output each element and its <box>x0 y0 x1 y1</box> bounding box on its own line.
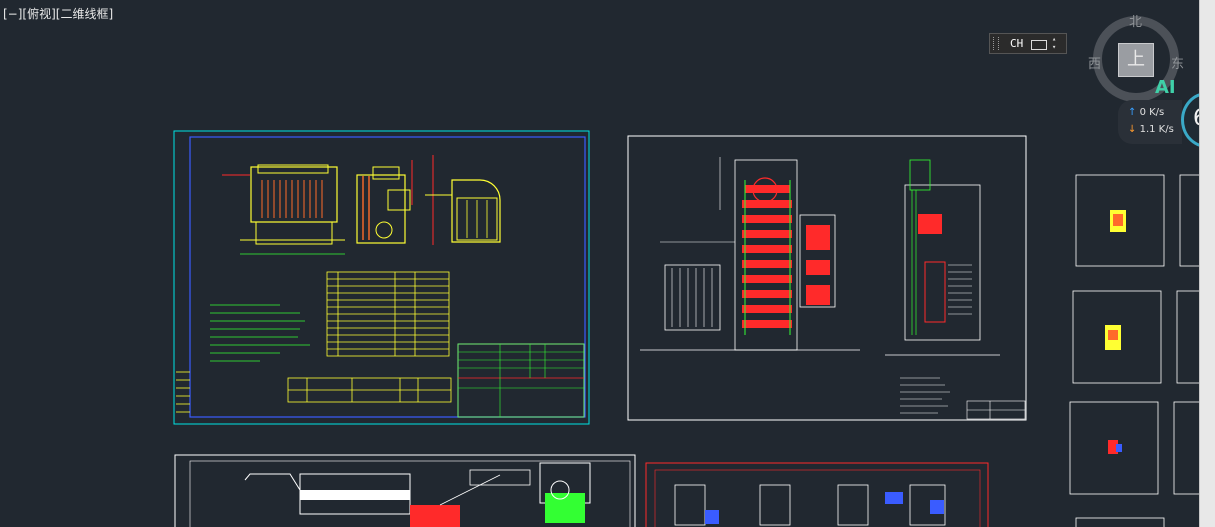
drawing-sheet-4[interactable] <box>645 462 989 527</box>
view-direction-button[interactable]: [俯视] <box>22 7 55 21</box>
compass-west-label[interactable]: 西 <box>1088 53 1101 72</box>
drawing-canvas[interactable] <box>0 0 1199 527</box>
technical-notes <box>210 304 310 362</box>
ime-toolbar[interactable]: CH ▴ ▾ <box>989 33 1067 54</box>
upload-speed: 0 K/s <box>1139 107 1165 118</box>
viewcube-top-face[interactable]: 上 <box>1118 43 1154 77</box>
upload-arrow-icon: ↑ <box>1128 107 1137 118</box>
ai-logo[interactable]: AI <box>1155 77 1176 98</box>
viewport-menu-button[interactable]: [−] <box>3 7 22 21</box>
boiler-front-view <box>222 164 345 255</box>
notes-and-title-block <box>900 377 1026 420</box>
visual-style-button[interactable]: [二维线框] <box>56 7 113 21</box>
ime-language-label[interactable]: CH <box>1010 37 1023 50</box>
viewport-controls: [−][俯视][二维线框] <box>3 5 113 22</box>
side-block <box>176 371 190 413</box>
equipment-table <box>287 377 452 403</box>
thumbnail-sheets[interactable] <box>1069 174 1199 527</box>
boiler-elevation-view <box>640 157 860 351</box>
boiler-side-section <box>885 159 1000 356</box>
ime-options-icon[interactable]: ▴ ▾ <box>1052 35 1056 51</box>
viewcube[interactable]: 北 西 东 上 <box>1088 10 1200 110</box>
drawing-sheet-1[interactable] <box>173 130 590 425</box>
drawing-sheet-3[interactable] <box>174 454 636 527</box>
keyboard-icon[interactable] <box>1031 40 1047 50</box>
download-speed: 1.1 K/s <box>1139 124 1174 135</box>
boiler-rear-view <box>425 155 501 245</box>
drawing-sheet-2[interactable] <box>627 135 1027 421</box>
title-block <box>457 343 585 418</box>
drag-handle-icon[interactable] <box>993 37 999 50</box>
download-arrow-icon: ↓ <box>1128 124 1137 135</box>
compass-east-label[interactable]: 东 <box>1171 53 1184 72</box>
boiler-side-view <box>356 160 413 244</box>
parameter-table <box>326 271 450 357</box>
compass-north-label[interactable]: 北 <box>1129 11 1142 30</box>
network-speed-widget[interactable]: ↑ 0 K/s ↓ 1.1 K/s <box>1118 100 1182 144</box>
side-panel-edge <box>1199 0 1215 527</box>
